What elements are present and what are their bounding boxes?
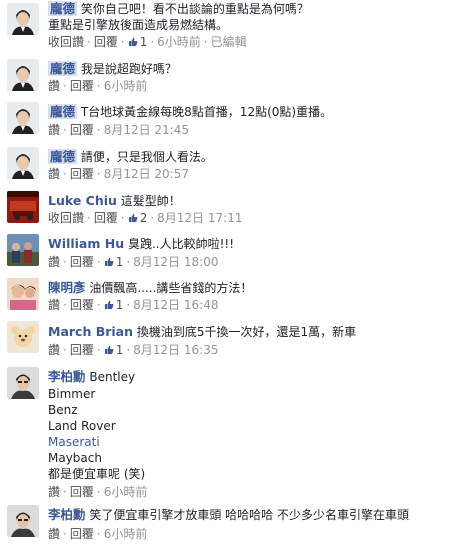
like-count-icon[interactable] [104, 300, 114, 310]
like-link[interactable]: 讚 [48, 167, 60, 181]
like-count-icon[interactable] [128, 213, 138, 223]
comment-time[interactable]: 6小時前 [104, 485, 148, 499]
like-link[interactable]: 讚 [48, 343, 60, 357]
reply-link[interactable]: 回覆 [70, 123, 94, 137]
reply-link[interactable]: 回覆 [70, 167, 94, 181]
like-link[interactable]: 讚 [48, 298, 60, 312]
like-count-icon[interactable] [104, 345, 114, 355]
comment-time[interactable]: 8月12日 16:35 [133, 343, 218, 357]
comment-author[interactable]: 陳明彥 [48, 280, 86, 295]
comment-text-line: Maybach [48, 451, 102, 465]
comment-time[interactable]: 8月12日 21:45 [104, 123, 189, 137]
comment-text-line: Land Rover [48, 419, 116, 433]
comment: Luke Chiu 這髮型帥！ 收回讚 · 回覆 · 2 · 8月12日 17:11 [0, 189, 474, 229]
comment-text: T台地球黃金線每晚8點首播，12點(0點)重播。 [80, 105, 333, 119]
comment-author[interactable]: 李柏勳 [48, 369, 86, 384]
comment-text: Bentley [89, 370, 136, 384]
avatar[interactable] [7, 278, 39, 310]
comment-text: 臭跩..人比較帥啦!!! [127, 237, 234, 251]
comment-author[interactable]: Luke Chiu [48, 193, 117, 208]
avatar[interactable] [7, 505, 39, 537]
like-link[interactable]: 讚 [48, 255, 60, 269]
like-link[interactable]: 讚 [48, 123, 60, 137]
like-count[interactable]: 1 [140, 35, 148, 49]
comment-text-line: Bimmer [48, 387, 96, 401]
reply-link[interactable]: 回覆 [70, 527, 94, 541]
comment-author[interactable]: William Hu [48, 236, 124, 251]
comment-time[interactable]: 8月12日 17:11 [157, 211, 242, 225]
comment: March Brian 換機油到底5千換一次好，還是1萬，新車 讚 · 回覆 · 1 · 8… [0, 319, 474, 361]
comment-author[interactable]: 龐德 [48, 61, 78, 76]
comment-text: 笑你自己吧！看不出談論的重點是為何嗎？ [80, 2, 309, 16]
comment: 龐德 請便，只是我個人看法。 讚 · 回覆 · 8月12日 20:57 [0, 144, 474, 186]
comment-text: 請便，只是我個人看法。 [80, 150, 213, 164]
like-link[interactable]: 讚 [48, 527, 60, 541]
comment-text-line: 都是便宜車呢 (笑) [48, 467, 146, 481]
avatar[interactable] [7, 191, 39, 223]
comment-text: 笑了便宜車引擎才放車頭 哈哈哈哈 不少多少名車引擎在車頭 [89, 508, 409, 522]
reply-link[interactable]: 回覆 [70, 255, 94, 269]
comment: 龐德 T台地球黃金線每晚8點首播，12點(0點)重播。 讚 · 回覆 · 8月12日 2… [0, 99, 474, 141]
comment-time[interactable]: 8月12日 16:48 [133, 298, 218, 312]
comment: 李柏勳 笑了便宜車引擎才放車頭 哈哈哈哈 不少多少名車引擎在車頭 讚 · 回覆 · 6小… [0, 503, 474, 545]
comment: 陳明彥 油價飄高.....講些省錢的方法！ 讚 · 回覆 · 1 · 8月12日 16:48 [0, 276, 474, 316]
unlike-link[interactable]: 收回讚 [48, 211, 84, 225]
like-link[interactable]: 讚 [48, 79, 60, 93]
comment-time[interactable]: 6小時前 [157, 35, 201, 49]
avatar[interactable] [7, 102, 39, 134]
reply-link[interactable]: 回覆 [70, 298, 94, 312]
avatar[interactable] [7, 147, 39, 179]
unlike-link[interactable]: 收回讚 [48, 35, 84, 49]
edited-label[interactable]: 已編輯 [211, 35, 247, 49]
reply-link[interactable]: 回覆 [94, 211, 118, 225]
avatar[interactable] [7, 3, 39, 35]
like-count[interactable]: 1 [116, 343, 124, 357]
comment-time[interactable]: 6小時前 [104, 79, 148, 93]
avatar[interactable] [7, 321, 39, 353]
reply-link[interactable]: 回覆 [70, 343, 94, 357]
comment-time[interactable]: 8月12日 20:57 [104, 167, 189, 181]
comment-time[interactable]: 8月12日 18:00 [133, 255, 218, 269]
comment-author[interactable]: 龐德 [48, 1, 78, 16]
comment-time[interactable]: 6小時前 [104, 527, 148, 541]
comment: 李柏勳 Bentley Bimmer Benz Land Rover Maser… [0, 366, 474, 499]
comment-text: 油價飄高.....講些省錢的方法！ [89, 281, 253, 295]
reply-link[interactable]: 回覆 [70, 485, 94, 499]
comment-text-line: Benz [48, 403, 78, 417]
like-count[interactable]: 1 [116, 255, 124, 269]
comment-text: 這髮型帥！ [120, 194, 181, 208]
comment-text-line: 重點是引擎放後面造成易燃結構。 [48, 18, 229, 32]
comment-author[interactable]: 龐德 [48, 149, 78, 164]
avatar[interactable] [7, 367, 39, 399]
like-count[interactable]: 1 [116, 298, 124, 312]
like-count-icon[interactable] [128, 37, 138, 47]
like-count[interactable]: 2 [140, 211, 148, 225]
comment-text-link[interactable]: Maserati [48, 434, 100, 450]
reply-link[interactable]: 回覆 [94, 35, 118, 49]
comment-author[interactable]: 龐德 [48, 104, 78, 119]
comment-author[interactable]: 李柏勳 [48, 507, 86, 522]
comment-text: 我是說超跑好嗎？ [80, 62, 177, 76]
comment-text: 換機油到底5千換一次好，還是1萬，新車 [136, 325, 357, 339]
comment: 龐德 笑你自己吧！看不出談論的重點是為何嗎？ 重點是引擎放後面造成易燃結構。 收… [0, 0, 474, 50]
avatar[interactable] [7, 59, 39, 91]
comment: William Hu 臭跩..人比較帥啦!!! 讚 · 回覆 · 1 · 8月12日 18:… [0, 232, 474, 272]
avatar[interactable] [7, 234, 39, 266]
like-count-icon[interactable] [104, 257, 114, 267]
comment-author[interactable]: March Brian [48, 324, 133, 339]
reply-link[interactable]: 回覆 [70, 79, 94, 93]
comment: 龐德 我是說超跑好嗎？ 讚 · 回覆 · 6小時前 [0, 56, 474, 96]
like-link[interactable]: 讚 [48, 485, 60, 499]
